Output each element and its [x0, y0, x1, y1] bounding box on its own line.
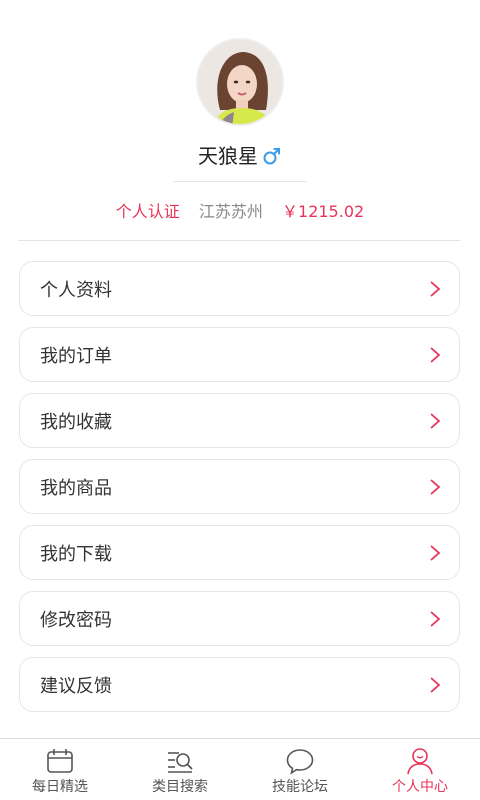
- menu-item-my-favorites[interactable]: 我的收藏: [19, 393, 460, 448]
- bottom-tab-bar: 每日精选 类目搜索 技能论坛 个人中心: [0, 738, 480, 800]
- user-meta-row: 个人认证 江苏苏州 ￥1215.02: [0, 200, 480, 224]
- menu-item-profile-info[interactable]: 个人资料: [19, 261, 460, 316]
- calendar-icon: [47, 749, 73, 773]
- tab-label: 每日精选: [32, 779, 88, 795]
- profile-page: 天狼星 个人认证 江苏苏州 ￥1215.02 个人资料 我的订单 我的收藏 我的…: [0, 0, 480, 800]
- avatar-photo: [198, 40, 282, 124]
- menu-list: 个人资料 我的订单 我的收藏 我的商品 我的下载 修改密码 建议反馈: [19, 261, 460, 723]
- account-balance: ￥1215.02: [282, 202, 365, 221]
- menu-item-my-orders[interactable]: 我的订单: [19, 327, 460, 382]
- name-divider: [173, 181, 307, 182]
- tab-label: 类目搜索: [152, 779, 208, 795]
- tab-label: 技能论坛: [272, 779, 328, 795]
- menu-item-label: 修改密码: [40, 609, 112, 631]
- tab-label: 个人中心: [392, 779, 448, 795]
- chevron-right-icon: [430, 347, 441, 363]
- tab-skill-forum[interactable]: 技能论坛: [240, 739, 360, 800]
- menu-item-my-downloads[interactable]: 我的下载: [19, 525, 460, 580]
- tab-category-search[interactable]: 类目搜索: [120, 739, 240, 800]
- male-symbol-icon: [262, 145, 282, 173]
- chevron-right-icon: [430, 413, 441, 429]
- person-icon: [407, 748, 433, 775]
- chevron-right-icon: [430, 611, 441, 627]
- user-name: 天狼星: [198, 144, 258, 168]
- menu-item-label: 我的商品: [40, 477, 112, 499]
- list-search-icon: [168, 752, 193, 773]
- user-name-row: 天狼星: [0, 142, 480, 173]
- chevron-right-icon: [430, 479, 441, 495]
- certification-status[interactable]: 个人认证: [116, 200, 180, 224]
- user-location: 江苏苏州: [198, 202, 263, 221]
- chat-bubble-icon: [286, 749, 314, 775]
- menu-item-label: 个人资料: [40, 279, 112, 301]
- menu-item-my-products[interactable]: 我的商品: [19, 459, 460, 514]
- header-divider: [18, 240, 460, 241]
- menu-item-label: 建议反馈: [40, 675, 112, 697]
- chevron-right-icon: [430, 281, 441, 297]
- avatar[interactable]: [196, 38, 284, 126]
- tab-personal-center[interactable]: 个人中心: [360, 739, 480, 800]
- chevron-right-icon: [430, 677, 441, 693]
- menu-item-label: 我的收藏: [40, 411, 112, 433]
- menu-item-label: 我的下载: [40, 543, 112, 565]
- profile-header: 天狼星 个人认证 江苏苏州 ￥1215.02: [0, 0, 480, 242]
- tab-daily-picks[interactable]: 每日精选: [0, 739, 120, 800]
- menu-item-label: 我的订单: [40, 345, 112, 367]
- menu-item-change-password[interactable]: 修改密码: [19, 591, 460, 646]
- chevron-right-icon: [430, 545, 441, 561]
- menu-item-feedback[interactable]: 建议反馈: [19, 657, 460, 712]
